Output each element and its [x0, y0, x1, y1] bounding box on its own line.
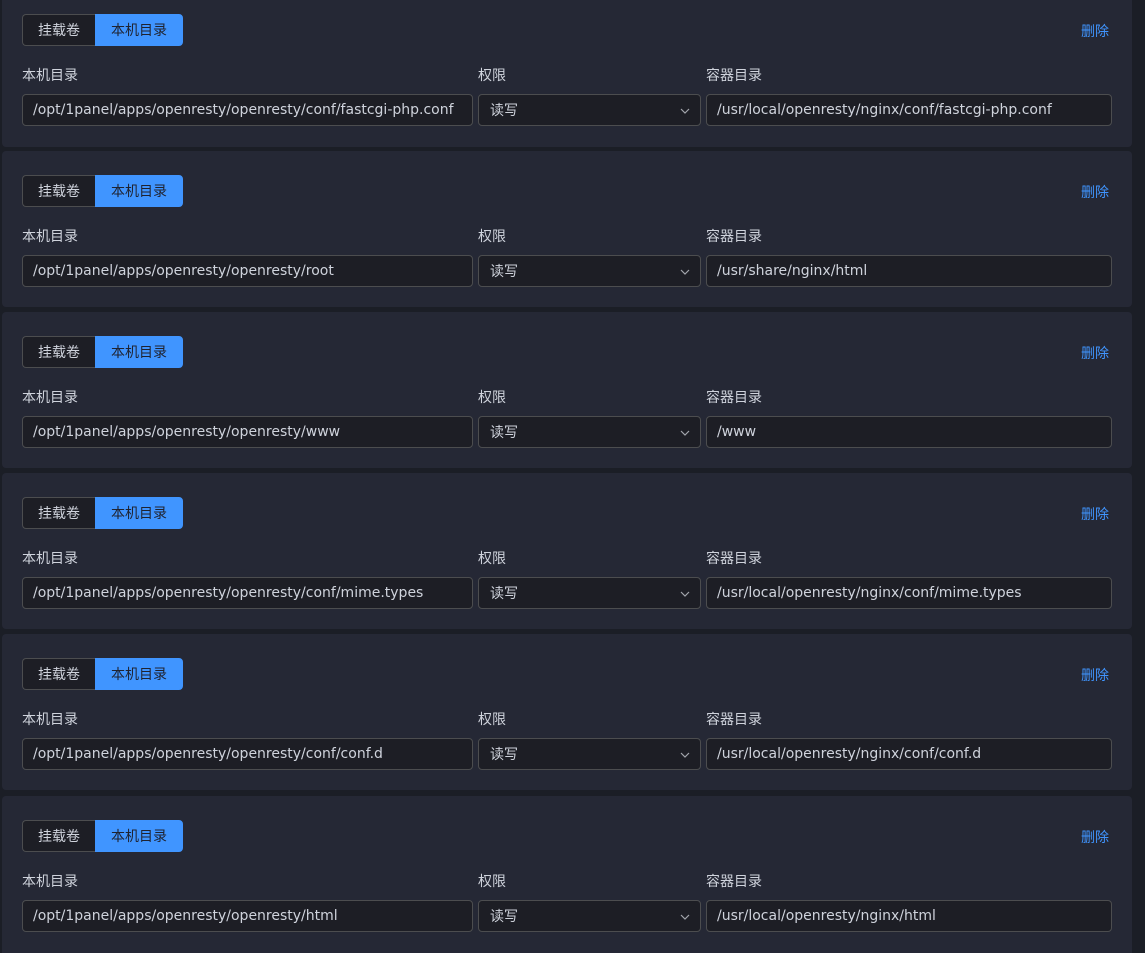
container-dir-label: 容器目录 [706, 390, 762, 406]
mount-card: 挂载卷 本机目录 删除 本机目录 权限 容器目录 /opt/1panel/app… [2, 0, 1132, 147]
delete-button[interactable]: 删除 [1081, 665, 1109, 685]
host-dir-option[interactable]: 本机目录 [95, 175, 183, 207]
host-dir-option[interactable]: 本机目录 [95, 658, 183, 690]
permission-label: 权限 [478, 229, 506, 245]
volume-option[interactable]: 挂载卷 [22, 336, 95, 368]
mount-type-toggle: 挂载卷 本机目录 [22, 14, 183, 46]
permission-value: 读写 [490, 586, 518, 602]
host-dir-input[interactable]: /opt/1panel/apps/openresty/openresty/www [22, 416, 473, 448]
mount-card: 挂载卷 本机目录 删除 本机目录 权限 容器目录 /opt/1panel/app… [2, 473, 1132, 629]
mount-type-toggle: 挂载卷 本机目录 [22, 175, 183, 207]
chevron-down-icon [680, 912, 690, 921]
container-dir-label: 容器目录 [706, 874, 762, 890]
host-dir-input[interactable]: /opt/1panel/apps/openresty/openresty/htm… [22, 900, 473, 932]
delete-button[interactable]: 删除 [1081, 827, 1109, 847]
permission-select[interactable]: 读写 [478, 416, 701, 448]
host-dir-label: 本机目录 [22, 874, 78, 890]
permission-select[interactable]: 读写 [478, 900, 701, 932]
permission-select[interactable]: 读写 [478, 577, 701, 609]
permission-select[interactable]: 读写 [478, 94, 701, 126]
mount-card: 挂载卷 本机目录 删除 本机目录 权限 容器目录 /opt/1panel/app… [2, 312, 1132, 468]
permission-label: 权限 [478, 874, 506, 890]
permission-value: 读写 [490, 747, 518, 763]
volume-option[interactable]: 挂载卷 [22, 820, 95, 852]
host-dir-option[interactable]: 本机目录 [95, 336, 183, 368]
container-dir-input[interactable]: /www [706, 416, 1112, 448]
host-dir-label: 本机目录 [22, 551, 78, 567]
mount-list: 挂载卷 本机目录 删除 本机目录 权限 容器目录 /opt/1panel/app… [0, 0, 1145, 953]
host-dir-input[interactable]: /opt/1panel/apps/openresty/openresty/con… [22, 738, 473, 770]
host-dir-input[interactable]: /opt/1panel/apps/openresty/openresty/roo… [22, 255, 473, 287]
permission-label: 权限 [478, 551, 506, 567]
mount-type-toggle: 挂载卷 本机目录 [22, 497, 183, 529]
delete-button[interactable]: 删除 [1081, 21, 1109, 41]
host-dir-option[interactable]: 本机目录 [95, 14, 183, 46]
container-dir-label: 容器目录 [706, 551, 762, 567]
container-dir-input[interactable]: /usr/local/openresty/nginx/conf/mime.typ… [706, 577, 1112, 609]
delete-button[interactable]: 删除 [1081, 343, 1109, 363]
chevron-down-icon [680, 267, 690, 276]
host-dir-input[interactable]: /opt/1panel/apps/openresty/openresty/con… [22, 94, 473, 126]
mount-card: 挂载卷 本机目录 删除 本机目录 权限 容器目录 /opt/1panel/app… [2, 796, 1132, 953]
host-dir-label: 本机目录 [22, 68, 78, 84]
mount-type-toggle: 挂载卷 本机目录 [22, 820, 183, 852]
chevron-down-icon [680, 750, 690, 759]
container-dir-input[interactable]: /usr/local/openresty/nginx/conf/conf.d [706, 738, 1112, 770]
host-dir-label: 本机目录 [22, 229, 78, 245]
permission-select[interactable]: 读写 [478, 255, 701, 287]
volume-option[interactable]: 挂载卷 [22, 14, 95, 46]
delete-button[interactable]: 删除 [1081, 504, 1109, 524]
permission-label: 权限 [478, 68, 506, 84]
permission-value: 读写 [490, 425, 518, 441]
container-dir-label: 容器目录 [706, 712, 762, 728]
permission-select[interactable]: 读写 [478, 738, 701, 770]
chevron-down-icon [680, 106, 690, 115]
volume-option[interactable]: 挂载卷 [22, 175, 95, 207]
volume-option[interactable]: 挂载卷 [22, 658, 95, 690]
permission-value: 读写 [490, 264, 518, 280]
container-dir-input[interactable]: /usr/local/openresty/nginx/html [706, 900, 1112, 932]
permission-value: 读写 [490, 103, 518, 119]
chevron-down-icon [680, 428, 690, 437]
permission-value: 读写 [490, 909, 518, 925]
permission-label: 权限 [478, 390, 506, 406]
mount-type-toggle: 挂载卷 本机目录 [22, 336, 183, 368]
container-dir-input[interactable]: /usr/share/nginx/html [706, 255, 1112, 287]
mount-card: 挂载卷 本机目录 删除 本机目录 权限 容器目录 /opt/1panel/app… [2, 151, 1132, 307]
mount-card: 挂载卷 本机目录 删除 本机目录 权限 容器目录 /opt/1panel/app… [2, 634, 1132, 790]
container-dir-label: 容器目录 [706, 68, 762, 84]
volume-option[interactable]: 挂载卷 [22, 497, 95, 529]
host-dir-label: 本机目录 [22, 390, 78, 406]
host-dir-input[interactable]: /opt/1panel/apps/openresty/openresty/con… [22, 577, 473, 609]
host-dir-option[interactable]: 本机目录 [95, 497, 183, 529]
mount-type-toggle: 挂载卷 本机目录 [22, 658, 183, 690]
container-dir-input[interactable]: /usr/local/openresty/nginx/conf/fastcgi-… [706, 94, 1112, 126]
host-dir-option[interactable]: 本机目录 [95, 820, 183, 852]
delete-button[interactable]: 删除 [1081, 182, 1109, 202]
chevron-down-icon [680, 589, 690, 598]
permission-label: 权限 [478, 712, 506, 728]
host-dir-label: 本机目录 [22, 712, 78, 728]
container-dir-label: 容器目录 [706, 229, 762, 245]
